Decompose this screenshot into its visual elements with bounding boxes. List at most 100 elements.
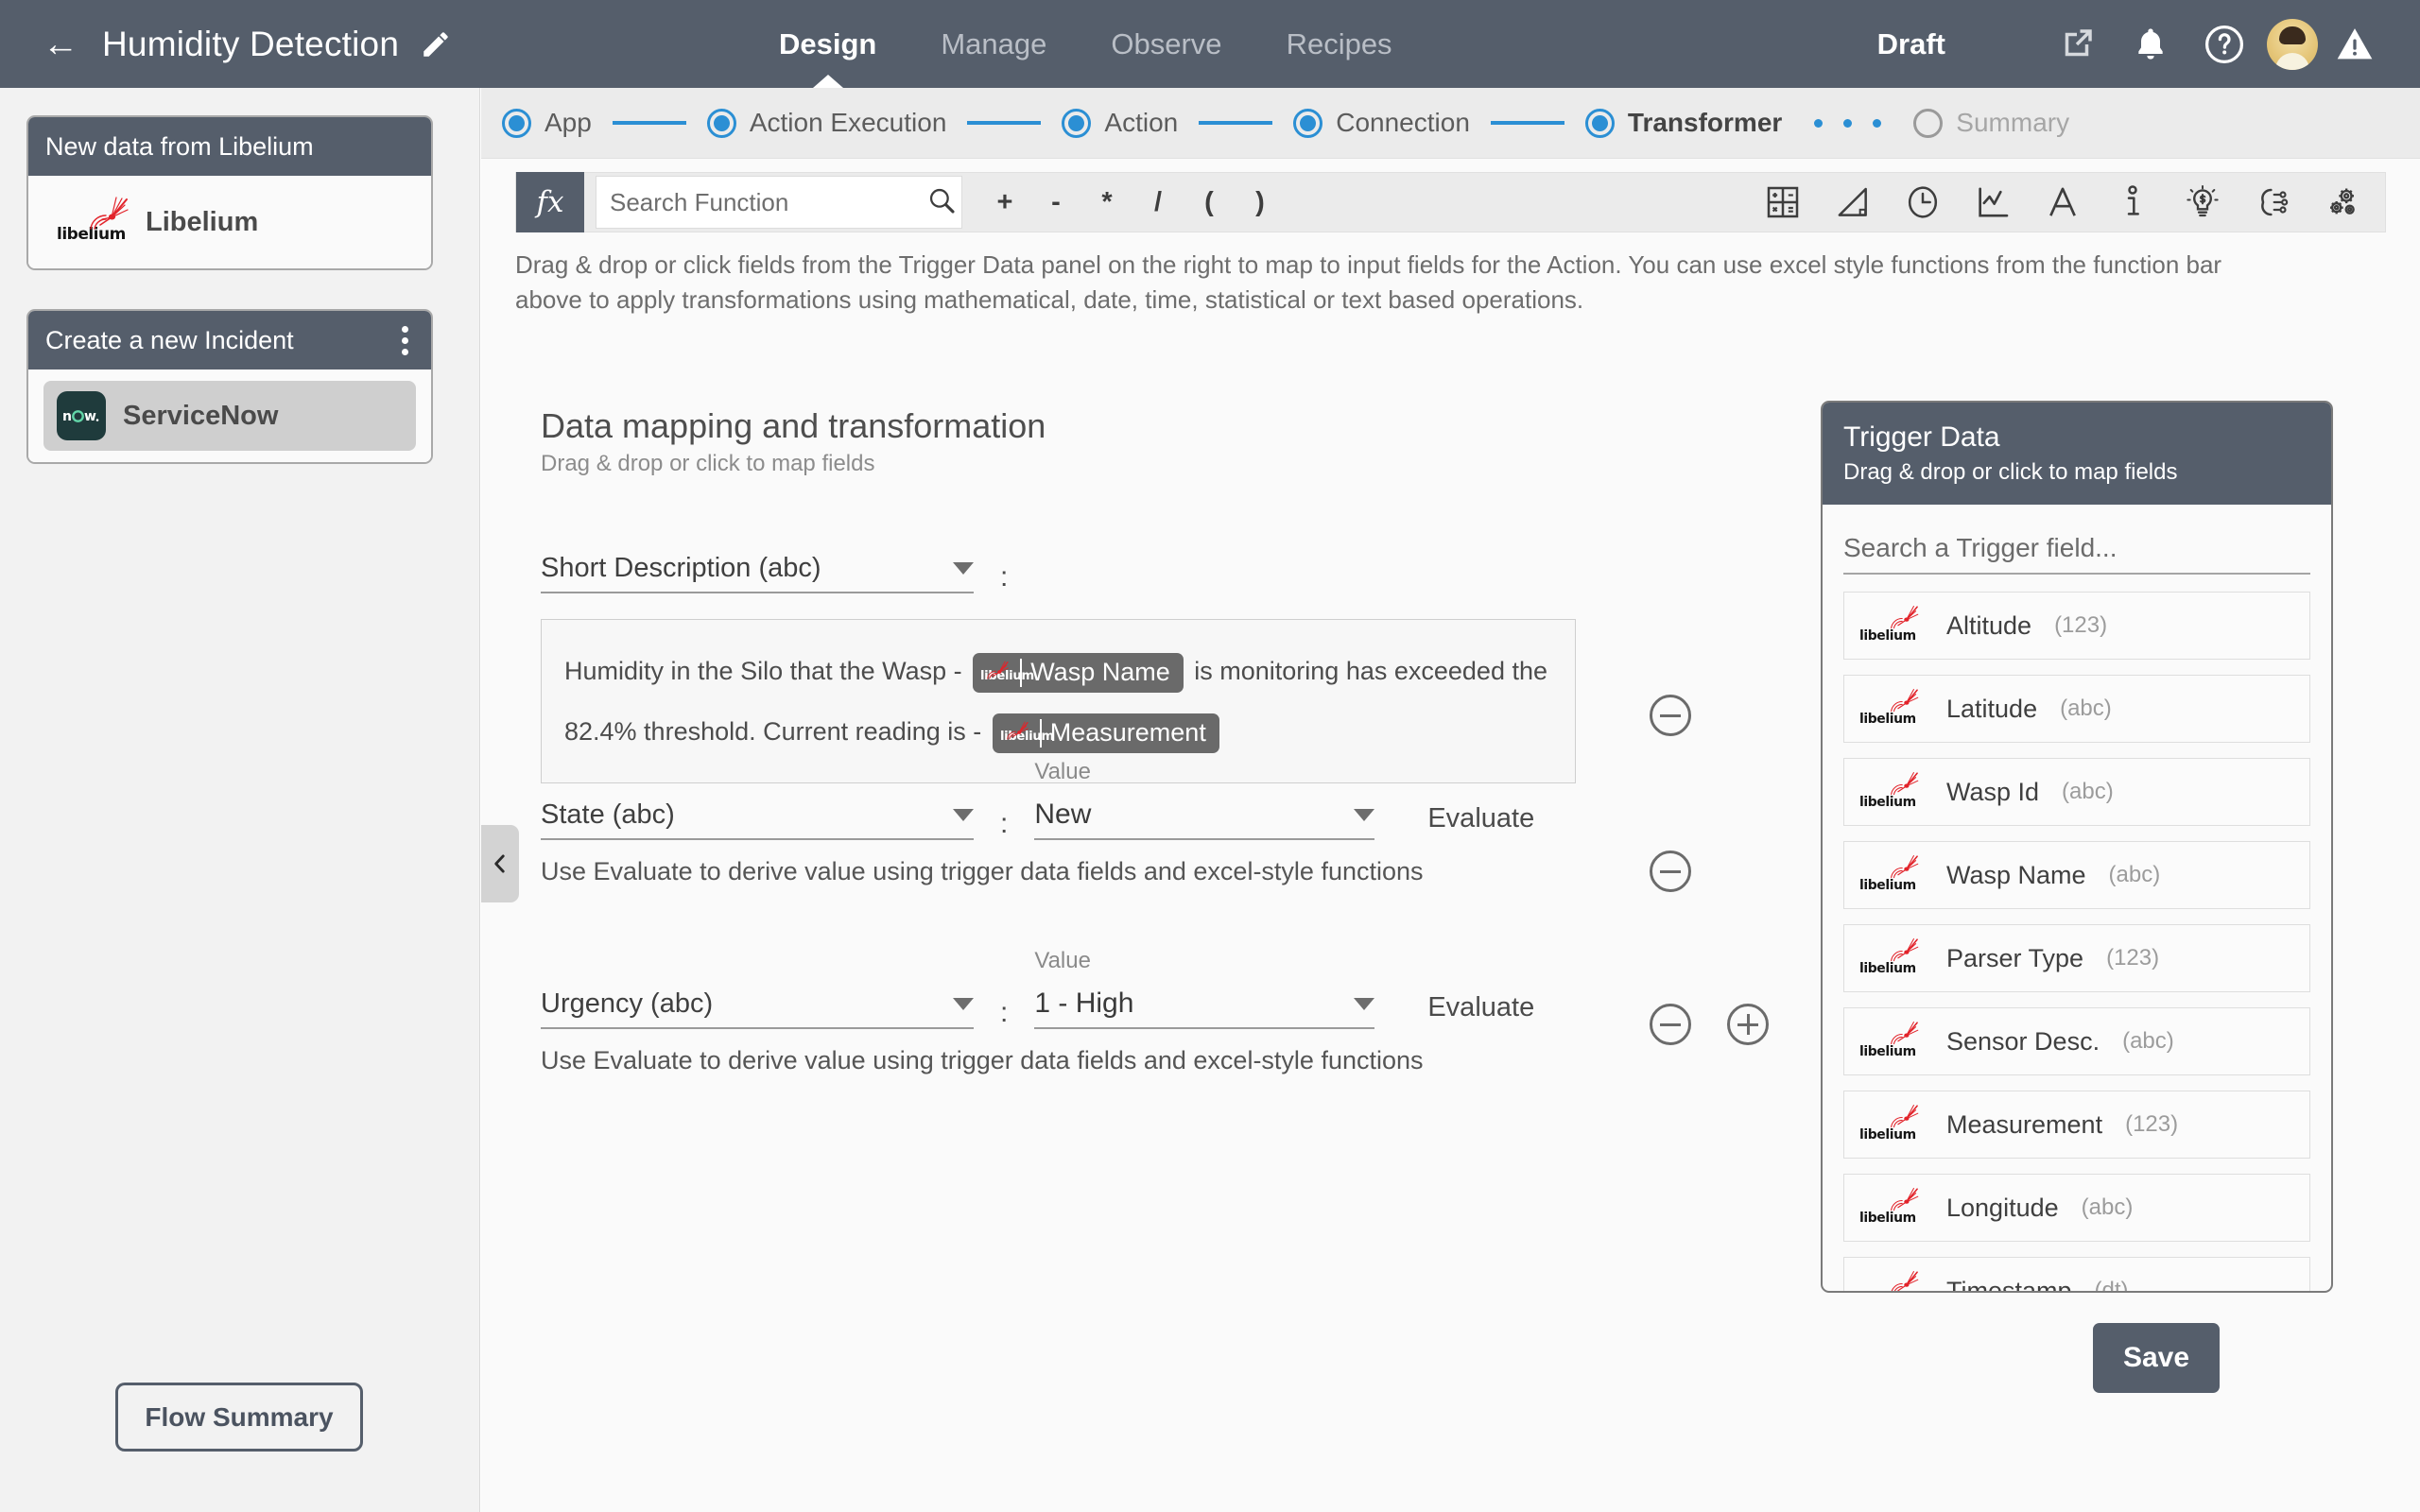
avatar[interactable]: [2267, 18, 2318, 70]
fx-button[interactable]: fx: [516, 172, 584, 232]
evaluate-link-state[interactable]: Evaluate: [1427, 803, 1534, 840]
servicenow-logo-icon: n w: [57, 391, 106, 440]
step-connection[interactable]: Connection: [1293, 108, 1470, 138]
value-wrap-state: Value New: [1034, 759, 1375, 840]
row-separator: :: [1000, 997, 1009, 1028]
nav-tab-manage[interactable]: Manage: [937, 0, 1050, 88]
trigger-field-sensor-desc-type: (abc): [2122, 1028, 2174, 1054]
nav-tab-recipes[interactable]: Recipes: [1283, 0, 1396, 88]
libelium-logo-icon: libelium: [1859, 689, 1919, 729]
operator-plus[interactable]: +: [979, 187, 1030, 218]
step-connection-label: Connection: [1336, 108, 1470, 137]
remove-row-state-button[interactable]: [1650, 850, 1691, 892]
operator-divide[interactable]: /: [1132, 187, 1184, 218]
trigger-field-sensor-desc[interactable]: libelium Sensor Desc. (abc): [1843, 1007, 2310, 1075]
app-root: ← Humidity Detection Design Manage Obser…: [0, 0, 2420, 1512]
external-link-icon[interactable]: [2048, 15, 2106, 74]
step-app[interactable]: App: [502, 108, 592, 138]
search-icon[interactable]: [926, 185, 957, 220]
chart-line-icon[interactable]: [1971, 180, 2014, 224]
trigger-search-input[interactable]: [1843, 533, 2310, 575]
operator-close-paren[interactable]: ): [1235, 187, 1286, 218]
evaluate-link-urgency[interactable]: Evaluate: [1427, 992, 1534, 1029]
flow-card-action[interactable]: Create a new Incident n w ServiceNow: [26, 309, 433, 464]
chevron-down-icon: [953, 562, 974, 575]
save-button[interactable]: Save: [2093, 1323, 2220, 1393]
text-a-icon[interactable]: [2041, 180, 2084, 224]
main-nav: Design Manage Observe Recipes: [775, 0, 1396, 88]
step-action-label: Action: [1104, 108, 1179, 137]
radio-filled-icon: [1062, 108, 1092, 138]
libelium-logo-icon: libelium: [1859, 1105, 1919, 1144]
trigger-field-altitude-type: (123): [2054, 612, 2108, 638]
libelium-logo-icon: libelium: [1859, 1188, 1919, 1228]
svg-text:n: n: [62, 409, 72, 424]
bell-icon[interactable]: [2121, 15, 2180, 74]
remove-row-urgency-button[interactable]: [1650, 1004, 1691, 1045]
clock-icon[interactable]: [1901, 180, 1945, 224]
trigger-field-parser-type-name: Parser Type: [1946, 943, 2084, 972]
top-bar-right: Draft: [1877, 0, 2392, 88]
section-subtitle: Drag & drop or click to map fields: [541, 451, 875, 476]
field-select-state[interactable]: State (abc): [541, 799, 974, 840]
trigger-field-altitude[interactable]: libelium Altitude (123): [1843, 592, 2310, 660]
app-chip-libelium[interactable]: libelium Libelium: [43, 187, 416, 257]
step-action[interactable]: Action: [1062, 108, 1178, 138]
trigonometry-icon[interactable]: [1831, 180, 1875, 224]
token-measurement[interactable]: libelium Measurement: [992, 713, 1219, 753]
remove-row-short-description-button[interactable]: [1650, 695, 1691, 736]
step-transformer[interactable]: Transformer: [1584, 108, 1782, 138]
trigger-data-panel: Trigger Data Drag & drop or click to map…: [1821, 401, 2333, 1293]
field-select-short-description[interactable]: Short Description (abc): [541, 553, 974, 593]
trigger-field-parser-type[interactable]: libelium Parser Type (123): [1843, 924, 2310, 992]
nav-tab-observe[interactable]: Observe: [1107, 0, 1225, 88]
operator-minus[interactable]: -: [1030, 187, 1081, 218]
sidebar-collapse-handle[interactable]: [481, 825, 519, 902]
value-select-state[interactable]: New: [1034, 799, 1375, 840]
warning-triangle-icon[interactable]: [2325, 15, 2384, 74]
libelium-logo-icon: libelium: [1859, 1022, 1919, 1061]
info-icon[interactable]: [2111, 180, 2154, 224]
value-select-urgency[interactable]: 1 - High: [1034, 988, 1375, 1029]
trigger-field-parser-type-type: (123): [2106, 945, 2160, 971]
add-row-button[interactable]: [1727, 1004, 1769, 1045]
trigger-field-wasp-id[interactable]: libelium Wasp Id (abc): [1843, 758, 2310, 826]
trigger-field-latitude[interactable]: libelium Latitude (abc): [1843, 675, 2310, 743]
nav-tab-design[interactable]: Design: [775, 0, 880, 88]
step-action-execution[interactable]: Action Execution: [706, 108, 946, 138]
trigger-field-longitude[interactable]: libelium Longitude (abc): [1843, 1174, 2310, 1242]
field-select-urgency[interactable]: Urgency (abc): [541, 988, 974, 1029]
back-arrow-icon[interactable]: ←: [43, 26, 78, 62]
help-circle-icon[interactable]: [2195, 15, 2254, 74]
trigger-field-wasp-name[interactable]: libelium Wasp Name (abc): [1843, 841, 2310, 909]
function-search[interactable]: [596, 176, 962, 229]
radio-filled-icon: [1293, 108, 1323, 138]
ai-brain-icon[interactable]: [2251, 180, 2294, 224]
step-connector: [967, 121, 1042, 125]
token-wasp-name[interactable]: libelium Wasp Name: [973, 652, 1184, 693]
operator-open-paren[interactable]: (: [1184, 187, 1235, 218]
step-connector: [1199, 121, 1273, 125]
kebab-menu-icon[interactable]: [396, 322, 414, 359]
flow-card-trigger[interactable]: New data from Libelium libelium Libelium: [26, 115, 433, 270]
pencil-icon[interactable]: [420, 28, 452, 60]
function-bar-wrap: fx + - * / ( ): [481, 159, 2420, 232]
trigger-data-header: Trigger Data Drag & drop or click to map…: [1823, 403, 2331, 505]
operator-times[interactable]: *: [1081, 187, 1132, 218]
app-chip-servicenow[interactable]: n w ServiceNow: [43, 381, 416, 451]
trigger-field-list: libelium Altitude (123) libelium Latitud…: [1823, 575, 2331, 1293]
flow-summary-button[interactable]: Flow Summary: [115, 1383, 363, 1452]
gears-icon[interactable]: [2321, 180, 2364, 224]
trigger-field-measurement[interactable]: libelium Measurement (123): [1843, 1091, 2310, 1159]
calculator-icon[interactable]: [1761, 180, 1805, 224]
search-function-input[interactable]: [610, 187, 926, 217]
step-summary[interactable]: Summary: [1913, 108, 2069, 138]
trigger-field-timestamp-name: Timestamp: [1946, 1276, 2072, 1293]
app-chip-servicenow-label: ServiceNow: [123, 400, 279, 431]
value-label-state: Value: [1034, 759, 1091, 784]
app-chip-libelium-label: Libelium: [146, 206, 259, 237]
libelium-logo-icon: libelium: [1859, 606, 1919, 645]
lightbulb-dollar-icon[interactable]: [2181, 180, 2224, 224]
trigger-field-timestamp[interactable]: libelium Timestamp (dt): [1843, 1257, 2310, 1293]
textbox-text-part1: Humidity in the Silo that the Wasp -: [564, 657, 962, 685]
